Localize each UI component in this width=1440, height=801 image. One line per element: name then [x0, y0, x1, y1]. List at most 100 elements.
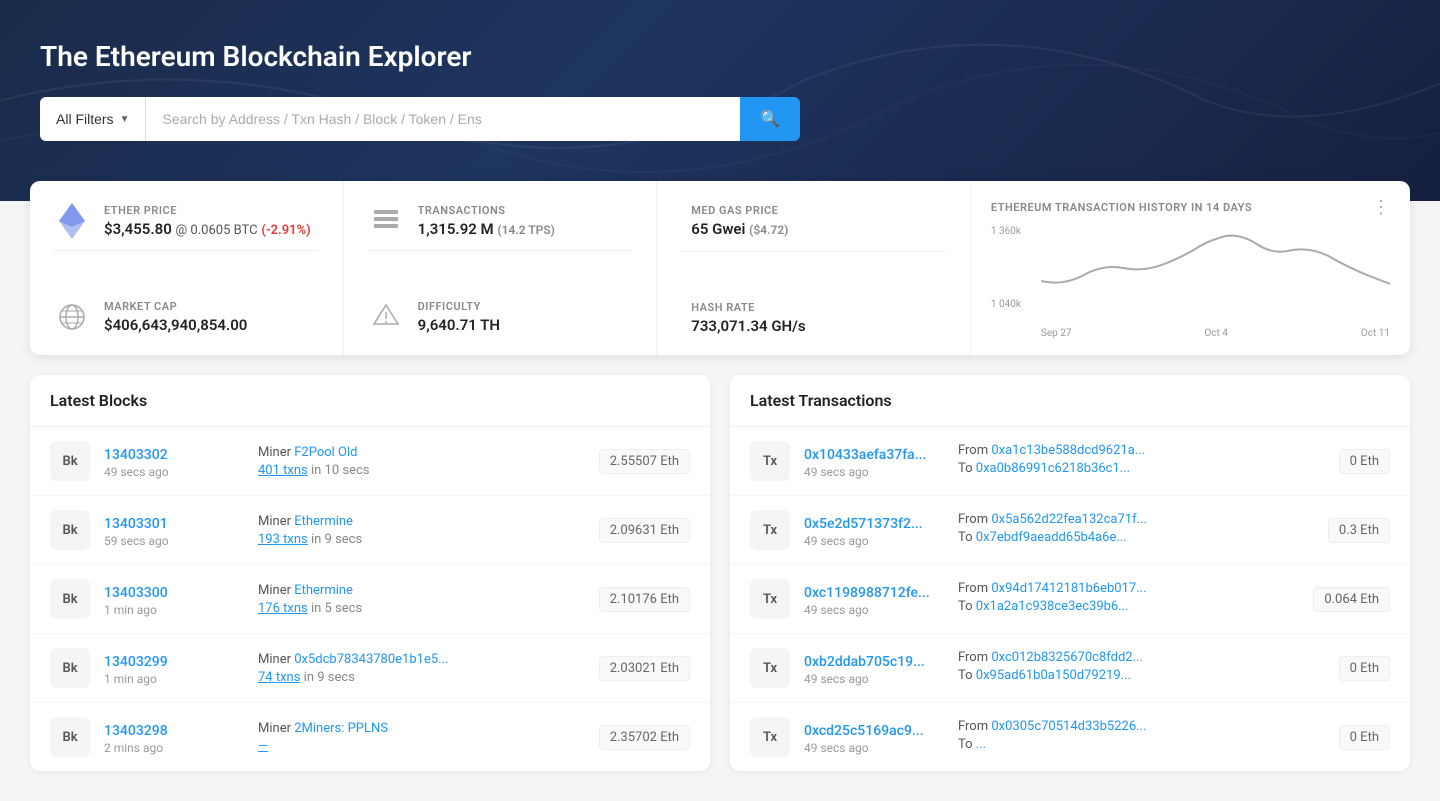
search-input[interactable] — [146, 97, 740, 141]
block-number[interactable]: 13403300 — [104, 585, 168, 601]
hash-rate-stat: HASH RATE 733,071.34 GH/s — [681, 301, 946, 335]
tx-badge: Tx — [750, 441, 790, 481]
txns-list: Tx 0x10433aefa37fa... 49 secs ago From 0… — [730, 427, 1410, 771]
block-time: 49 secs ago — [104, 465, 244, 479]
block-time: 2 mins ago — [104, 741, 244, 755]
txns-link[interactable]: 74 txns — [258, 670, 300, 685]
tx-to[interactable]: ... — [976, 737, 986, 752]
difficulty-label: DIFFICULTY — [418, 300, 633, 313]
ether-price-label: ETHER PRICE — [104, 204, 319, 217]
chart-area: 1 360k 1 040k — [991, 226, 1390, 326]
tx-time: 49 secs ago — [804, 672, 944, 686]
tx-to[interactable]: 0x1a2a1c938ce3ec39b6... — [976, 599, 1129, 614]
tx-hash[interactable]: 0xb2ddab705c19... — [804, 654, 925, 670]
transactions-stat: TRANSACTIONS 1,315.92 M (14.2 TPS) — [368, 201, 633, 240]
chart-x-label-1: Oct 4 — [1204, 328, 1228, 339]
chevron-down-icon: ▼ — [120, 114, 130, 125]
txns-link[interactable]: — — [258, 739, 268, 754]
block-time: 1 min ago — [104, 603, 244, 617]
chart-svg — [1041, 226, 1390, 306]
tx-time: 49 secs ago — [804, 603, 944, 617]
tx-badge: Tx — [750, 579, 790, 619]
tx-from[interactable]: 0x0305c70514d33b5226... — [991, 719, 1146, 734]
tx-badge: Tx — [750, 510, 790, 550]
difficulty-stat: DIFFICULTY 9,640.71 TH — [368, 299, 633, 335]
tx-to[interactable]: 0x7ebdf9aeadd65b4a6e... — [976, 530, 1127, 545]
ether-price-stat: ETHER PRICE $3,455.80 @ 0.0605 BTC (-2.9… — [54, 201, 319, 240]
tx-badge: Tx — [750, 648, 790, 688]
tx-from[interactable]: 0xc012b8325670c8fdd2... — [991, 650, 1143, 665]
bk-badge: Bk — [50, 441, 90, 481]
market-cap-stat: MARKET CAP $406,643,940,854.00 — [54, 299, 319, 335]
block-number[interactable]: 13403298 — [104, 723, 168, 739]
latest-blocks-panel: Latest Blocks Bk 13403302 49 secs ago Mi… — [30, 375, 710, 771]
stats-col-txns: TRANSACTIONS 1,315.92 M (14.2 TPS) — [344, 181, 658, 355]
tx-time: 49 secs ago — [804, 465, 944, 479]
tx-row: Tx 0xcd25c5169ac9... 49 secs ago From 0x… — [730, 703, 1410, 771]
miner-link[interactable]: Ethermine — [294, 514, 353, 529]
bk-badge: Bk — [50, 648, 90, 688]
chart-menu-icon[interactable]: ⋮ — [1372, 197, 1390, 218]
tx-row: Tx 0xb2ddab705c19... 49 secs ago From 0x… — [730, 634, 1410, 703]
miner-link[interactable]: F2Pool Old — [294, 445, 357, 460]
chart-x-label-2: Oct 11 — [1361, 328, 1390, 339]
hash-rate-value: 733,071.34 GH/s — [691, 317, 946, 335]
miner-link[interactable]: 2Miners: PPLNS — [294, 721, 388, 736]
search-button[interactable]: 🔍 — [740, 97, 800, 141]
transactions-icon — [368, 203, 404, 239]
blocks-list: Bk 13403302 49 secs ago Miner F2Pool Old… — [30, 427, 710, 771]
tx-hash[interactable]: 0xcd25c5169ac9... — [804, 723, 924, 739]
block-reward: 2.10176 Eth — [599, 587, 690, 612]
stats-col-price: ETHER PRICE $3,455.80 @ 0.0605 BTC (-2.9… — [30, 181, 344, 355]
header: The Ethereum Blockchain Explorer All Fil… — [0, 0, 1440, 201]
search-bar: All Filters ▼ 🔍 — [40, 97, 800, 141]
market-cap-label: MARKET CAP — [104, 300, 319, 313]
tx-amount: 0 Eth — [1339, 656, 1390, 681]
tx-time: 49 secs ago — [804, 534, 944, 548]
bk-badge: Bk — [50, 717, 90, 757]
block-reward: 2.35702 Eth — [599, 725, 690, 750]
chart-y-high: 1 360k — [991, 226, 1021, 237]
tx-row: Tx 0x10433aefa37fa... 49 secs ago From 0… — [730, 427, 1410, 496]
miner-link[interactable]: Ethermine — [294, 583, 353, 598]
filter-label: All Filters — [56, 111, 114, 127]
block-reward: 2.03021 Eth — [599, 656, 690, 681]
block-time: 59 secs ago — [104, 534, 244, 548]
chart-y-low: 1 040k — [991, 299, 1021, 310]
market-cap-value: $406,643,940,854.00 — [104, 316, 319, 334]
main-content: Latest Blocks Bk 13403302 49 secs ago Mi… — [0, 375, 1440, 801]
tx-amount: 0 Eth — [1339, 725, 1390, 750]
stats-container: ETHER PRICE $3,455.80 @ 0.0605 BTC (-2.9… — [30, 181, 1410, 355]
tx-from[interactable]: 0xa1c13be588dcd9621a... — [991, 443, 1145, 458]
search-icon: 🔍 — [760, 111, 780, 128]
block-number[interactable]: 13403299 — [104, 654, 168, 670]
transactions-value: 1,315.92 M (14.2 TPS) — [418, 220, 633, 238]
tx-amount: 0 Eth — [1339, 449, 1390, 474]
gas-price-value: 65 Gwei ($4.72) — [691, 220, 946, 238]
difficulty-value: 9,640.71 TH — [418, 316, 633, 334]
filter-dropdown[interactable]: All Filters ▼ — [40, 97, 146, 141]
block-number[interactable]: 13403302 — [104, 447, 168, 463]
tx-from[interactable]: 0x5a562d22fea132ca71f... — [991, 512, 1147, 527]
tx-hash[interactable]: 0xc1198988712fe... — [804, 585, 930, 601]
stats-col-gas: MED GAS PRICE 65 Gwei ($4.72) HASH RATE … — [657, 181, 971, 355]
tx-hash[interactable]: 0x10433aefa37fa... — [804, 447, 926, 463]
ether-price-value: $3,455.80 @ 0.0605 BTC (-2.91%) — [104, 220, 319, 238]
block-row: Bk 13403302 49 secs ago Miner F2Pool Old… — [30, 427, 710, 496]
txns-link[interactable]: 401 txns — [258, 463, 308, 478]
miner-link[interactable]: 0x5dcb78343780e1b1e5... — [294, 652, 448, 667]
txns-link[interactable]: 193 txns — [258, 532, 308, 547]
txns-link[interactable]: 176 txns — [258, 601, 308, 616]
transactions-label: TRANSACTIONS — [418, 204, 633, 217]
gas-price-stat: MED GAS PRICE 65 Gwei ($4.72) — [681, 201, 946, 241]
gas-price-label: MED GAS PRICE — [691, 204, 946, 217]
block-reward: 2.09631 Eth — [599, 518, 690, 543]
tx-to[interactable]: 0x95ad61b0a150d79219... — [976, 668, 1131, 683]
tx-to[interactable]: 0xa0b86991c6218b36c1... — [976, 461, 1130, 476]
eth-icon — [54, 203, 90, 239]
tx-time: 49 secs ago — [804, 741, 944, 755]
tx-hash[interactable]: 0x5e2d571373f2... — [804, 516, 923, 532]
block-number[interactable]: 13403301 — [104, 516, 168, 532]
tx-from[interactable]: 0x94d17412181b6eb017... — [991, 581, 1146, 596]
page-title: The Ethereum Blockchain Explorer — [40, 40, 1400, 73]
